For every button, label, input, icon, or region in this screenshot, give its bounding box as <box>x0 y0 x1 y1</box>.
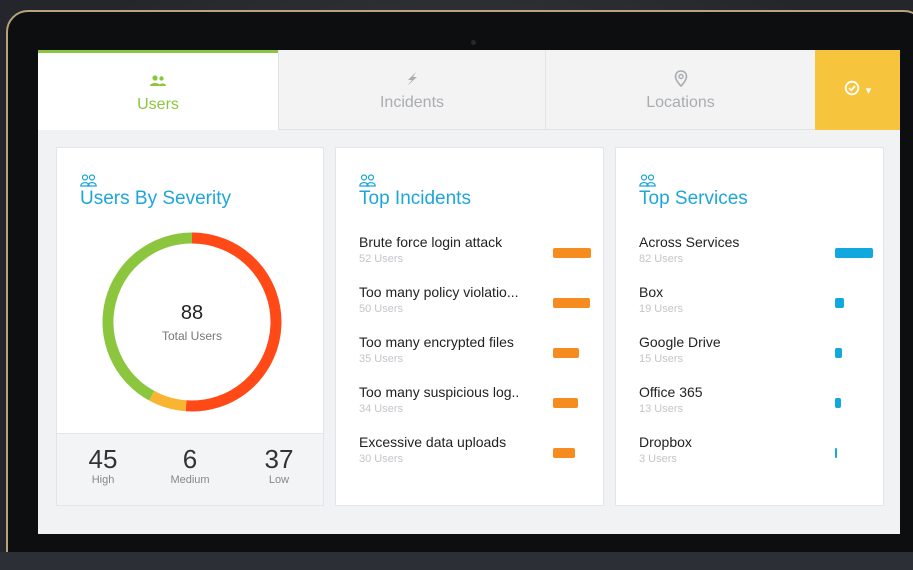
incident-row[interactable]: Excessive data uploads 30 Users <box>359 434 595 484</box>
service-row[interactable]: Office 365 13 Users <box>639 384 875 434</box>
services-title: Top Services <box>639 188 748 209</box>
laptop-base <box>0 552 913 570</box>
tab-users[interactable]: Users <box>38 50 278 130</box>
service-bar <box>835 298 844 308</box>
map-pin-icon <box>674 68 688 90</box>
service-bar <box>835 248 873 258</box>
screen-footer-strip <box>38 525 900 534</box>
users-by-severity-card: Users By Severity 88 Total Users 45 High… <box>56 147 324 506</box>
service-row[interactable]: Google Drive 15 Users <box>639 334 875 384</box>
users-outline-icon <box>639 174 748 188</box>
services-list: Across Services 82 Users Box 19 Users Go… <box>639 234 875 484</box>
users-outline-icon <box>359 174 471 188</box>
status-dropdown-button[interactable]: ▾ <box>815 50 900 130</box>
check-circle-icon <box>844 80 860 101</box>
severity-low: 37 Low <box>259 444 299 486</box>
incident-bar <box>553 348 579 358</box>
severity-summary: 45 High 6 Medium 37 Low <box>57 433 323 505</box>
service-users: 3 Users <box>639 453 677 465</box>
users-icon <box>149 70 167 92</box>
incident-row[interactable]: Too many policy violatio... 50 Users <box>359 284 595 334</box>
high-count: 45 <box>88 444 118 474</box>
dashboard-content: Users By Severity 88 Total Users 45 High… <box>38 130 900 525</box>
severity-high: 45 High <box>83 444 123 486</box>
service-row[interactable]: Dropbox 3 Users <box>639 434 875 484</box>
service-name: Dropbox <box>639 434 692 450</box>
medium-label: Medium <box>170 474 210 486</box>
incident-row[interactable]: Brute force login attack 52 Users <box>359 234 595 284</box>
incident-bar <box>553 248 591 258</box>
tab-incidents[interactable]: Incidents <box>278 50 545 130</box>
app-screen: Users Incidents Locations ▾ Users By Sev… <box>38 50 900 534</box>
service-bar <box>835 398 842 408</box>
incident-row[interactable]: Too many suspicious log.. 34 Users <box>359 384 595 434</box>
incidents-list: Brute force login attack 52 Users Too ma… <box>359 234 595 484</box>
incident-bar <box>553 298 590 308</box>
service-bar <box>835 348 842 358</box>
medium-count: 6 <box>182 444 198 474</box>
service-row[interactable]: Across Services 82 Users <box>639 234 875 284</box>
users-outline-icon <box>80 174 231 188</box>
tab-locations[interactable]: Locations <box>545 50 815 130</box>
tab-incidents-label: Incidents <box>379 93 445 111</box>
camera-dot <box>471 40 476 45</box>
incident-bar <box>553 398 578 408</box>
high-label: High <box>91 474 115 486</box>
bolt-icon <box>403 68 421 90</box>
top-services-card: Top Services Across Services 82 Users Bo… <box>615 147 884 506</box>
incident-bar <box>553 448 575 458</box>
severity-donut-chart[interactable]: 88 Total Users <box>97 227 287 417</box>
low-label: Low <box>268 474 290 486</box>
tab-users-label: Users <box>137 95 179 113</box>
incident-row[interactable]: Too many encrypted files 35 Users <box>359 334 595 384</box>
incidents-title: Top Incidents <box>359 188 471 209</box>
service-bar <box>835 448 837 458</box>
top-incidents-card: Top Incidents Brute force login attack 5… <box>335 147 604 506</box>
tab-locations-label: Locations <box>646 93 715 111</box>
chevron-down-icon: ▾ <box>865 84 872 97</box>
service-row[interactable]: Box 19 Users <box>639 284 875 334</box>
total-users-label: Total Users <box>161 328 223 343</box>
low-count: 37 <box>264 444 294 474</box>
tab-bar: Users Incidents Locations ▾ <box>38 50 900 130</box>
severity-title: Users By Severity <box>80 188 231 209</box>
total-users-value: 88 <box>180 301 204 324</box>
severity-medium: 6 Medium <box>165 444 215 486</box>
